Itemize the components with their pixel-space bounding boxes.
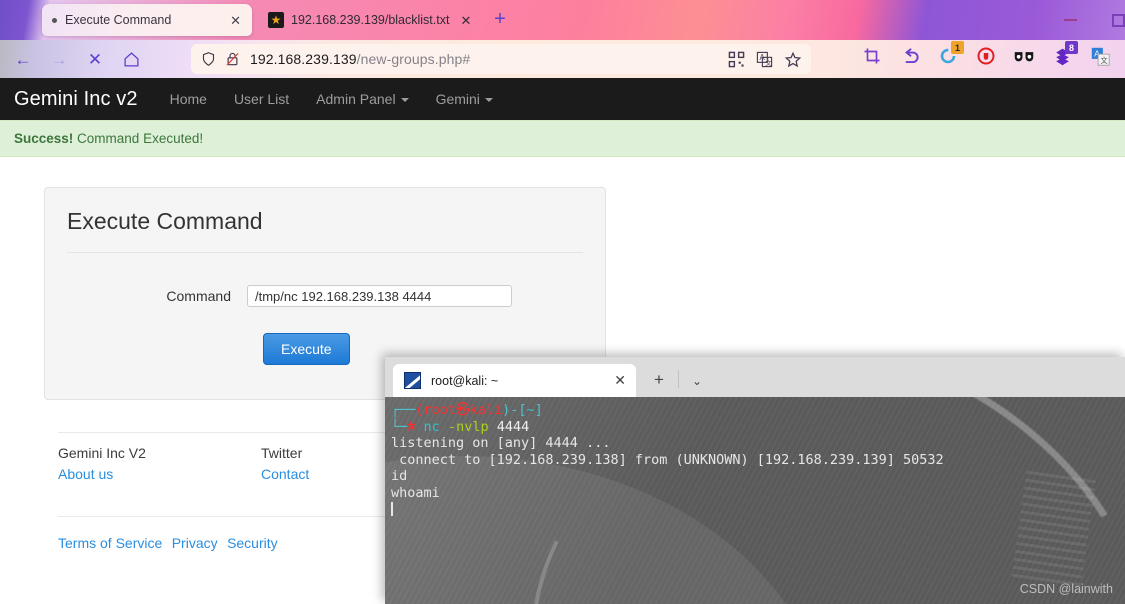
undo-arrow-icon[interactable] (900, 46, 920, 66)
alert-text: Command Executed! (73, 131, 204, 146)
prompt-paren-close: )-[ (502, 402, 527, 418)
tab-title: Execute Command (65, 13, 172, 27)
card-title: Execute Command (67, 208, 263, 234)
footer-link-contact[interactable]: Contact (261, 466, 309, 482)
lock-crossed-icon[interactable] (225, 51, 240, 67)
terminal-menu-chevron-icon[interactable]: ⌄ (692, 374, 702, 388)
adblock-stop-icon[interactable] (976, 46, 996, 66)
command-bin: nc (423, 418, 440, 435)
terminal-tab-close-icon[interactable]: ✕ (612, 372, 628, 389)
star-favicon-icon: ★ (268, 12, 284, 28)
extension-badge: 8 (1065, 41, 1078, 54)
qr-code-icon[interactable] (728, 51, 745, 68)
terminal-window[interactable]: root@kali: ~ ✕ + ⌄ ┌──(root㉿kali)-[~] └─… (385, 357, 1125, 604)
terminal-titlebar: root@kali: ~ ✕ + ⌄ (385, 357, 1125, 397)
browser-tab-active[interactable]: Execute Command ✕ (42, 4, 252, 36)
terminal-tab[interactable]: root@kali: ~ ✕ (393, 364, 636, 397)
address-bar[interactable]: 192.168.239.139/new-groups.php# A 文 (191, 44, 811, 74)
prompt-cwd: ~ (526, 402, 535, 418)
terminal-output: ┌──(root㉿kali)-[~] └─# nc -nvlp 4444 lis… (385, 397, 1125, 518)
tab-title: 192.168.239.139/blacklist.txt (291, 13, 450, 27)
glasses-icon[interactable] (1014, 46, 1034, 66)
url-path: /new-groups.php# (356, 51, 471, 67)
tab-close-icon[interactable]: ✕ (227, 14, 244, 27)
stop-button[interactable]: ✕ (84, 48, 106, 70)
terminal-body[interactable]: ┌──(root㉿kali)-[~] └─# nc -nvlp 4444 lis… (385, 397, 1125, 604)
shield-icon[interactable] (201, 51, 216, 67)
circle-sync-icon[interactable]: 1 (938, 41, 964, 66)
command-label: Command (166, 288, 231, 304)
nav-item-user-list[interactable]: User List (234, 91, 289, 107)
bookmark-star-icon[interactable] (784, 51, 802, 68)
window-maximize-button[interactable] (1098, 0, 1125, 40)
card-divider (67, 252, 583, 253)
address-bar-url: 192.168.239.139/new-groups.php# (250, 51, 470, 67)
terminal-line: whoami (391, 484, 440, 501)
prompt-bracket-close: ] (534, 402, 543, 418)
forward-button[interactable]: → (48, 48, 70, 70)
nav-item-admin-panel-label: Admin Panel (316, 91, 396, 107)
browser-tab-inactive[interactable]: ★ 192.168.239.139/blacklist.txt ✕ (262, 4, 480, 36)
prompt-hash: # (407, 418, 416, 435)
terminal-toolbar-separator (677, 370, 679, 388)
svg-text:文: 文 (765, 58, 772, 67)
nav-item-gemini-label: Gemini (435, 91, 480, 107)
chevron-down-icon (484, 98, 493, 103)
back-button[interactable]: ← (12, 48, 34, 70)
downloads-stack-icon[interactable]: 8 (1052, 41, 1078, 66)
browser-tab-strip: Execute Command ✕ ★ 192.168.239.139/blac… (0, 0, 1125, 40)
home-button[interactable] (120, 48, 142, 70)
nav-item-admin-panel[interactable]: Admin Panel (316, 91, 409, 107)
execute-button[interactable]: Execute (263, 333, 350, 365)
command-flags: -nvlp (447, 418, 489, 435)
translate-icon[interactable]: A 文 (756, 51, 773, 68)
terminal-new-tab-button[interactable]: + (654, 370, 664, 390)
footer-link-terms[interactable]: Terms of Service (58, 535, 162, 551)
footer-link-about-us[interactable]: About us (58, 466, 113, 482)
svg-text:文: 文 (1100, 55, 1107, 64)
nav-item-gemini[interactable]: Gemini (436, 91, 493, 107)
footer-link-privacy[interactable]: Privacy (172, 535, 218, 551)
new-tab-button[interactable]: + (489, 9, 511, 31)
kali-logo-icon (404, 372, 421, 389)
success-alert: Success! Command Executed! (0, 120, 1125, 157)
extension-toolbar: 1 8 A 文 (862, 41, 1125, 66)
terminal-line: connect to [192.168.239.138] from (UNKNO… (391, 451, 944, 468)
prompt-branch-top: ┌── (391, 402, 416, 418)
footer-column: Gemini Inc V2 About us (58, 445, 261, 484)
chevron-down-icon (400, 98, 409, 103)
prompt-branch-bottom: └─ (391, 418, 408, 435)
command-form-row: Command (67, 285, 583, 307)
tab-close-icon[interactable]: ✕ (457, 14, 474, 27)
crop-icon[interactable] (862, 46, 882, 66)
tab-loading-dot-icon (52, 17, 57, 23)
footer-heading: Gemini Inc V2 (58, 445, 146, 461)
terminal-line: listening on [any] 4444 ... (391, 435, 611, 452)
nav-item-home[interactable]: Home (170, 91, 207, 107)
terminal-line: id (391, 468, 408, 485)
translate-ext-icon[interactable]: A 文 (1090, 46, 1110, 66)
address-bar-actions: A 文 (728, 51, 802, 68)
command-arg: 4444 (496, 418, 530, 435)
screenshot-root: Execute Command ✕ ★ 192.168.239.139/blac… (0, 0, 1125, 604)
prompt-at-icon: ㉿ (456, 402, 470, 418)
url-host: 192.168.239.139 (250, 51, 357, 67)
prompt-user: root (423, 402, 457, 418)
prompt-paren-open: ( (415, 402, 424, 418)
window-minimize-button[interactable] (1050, 0, 1090, 40)
extension-badge: 1 (951, 41, 964, 54)
terminal-cursor (391, 501, 393, 516)
terminal-tab-title: root@kali: ~ (431, 373, 499, 388)
site-brand[interactable]: Gemini Inc v2 (14, 88, 138, 111)
alert-strong: Success! (14, 131, 74, 146)
watermark: CSDN @lainwith (1019, 582, 1113, 596)
prompt-host: kali (469, 402, 503, 418)
command-input[interactable] (247, 285, 512, 307)
footer-link-security[interactable]: Security (227, 535, 278, 551)
site-navbar: Gemini Inc v2 Home User List Admin Panel… (0, 78, 1125, 120)
